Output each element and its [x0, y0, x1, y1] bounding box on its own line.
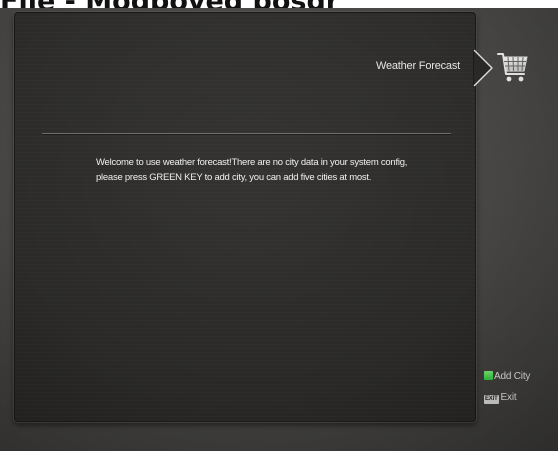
image-caption: File - Modpoved posdr: [0, 0, 558, 8]
weather-forecast-panel: [14, 12, 476, 422]
exit-label: Exit: [500, 392, 517, 403]
menu-title: Weather Forecast: [375, 60, 460, 72]
add-city-hint[interactable]: Add City: [484, 371, 530, 385]
title-pointer-arrow: [473, 49, 493, 87]
add-city-label: Add City: [494, 371, 531, 382]
shopping-cart-icon: [497, 53, 528, 82]
title-divider: [42, 133, 451, 134]
tv-screen: Weather Forecast Welcome to use weather …: [0, 8, 558, 451]
no-city-message: Welcome to use weather forecast!There ar…: [96, 157, 408, 183]
green-key-icon: [484, 371, 493, 380]
exit-hint[interactable]: EXIT Exit: [484, 392, 517, 406]
exit-key-icon: EXIT: [484, 395, 499, 404]
